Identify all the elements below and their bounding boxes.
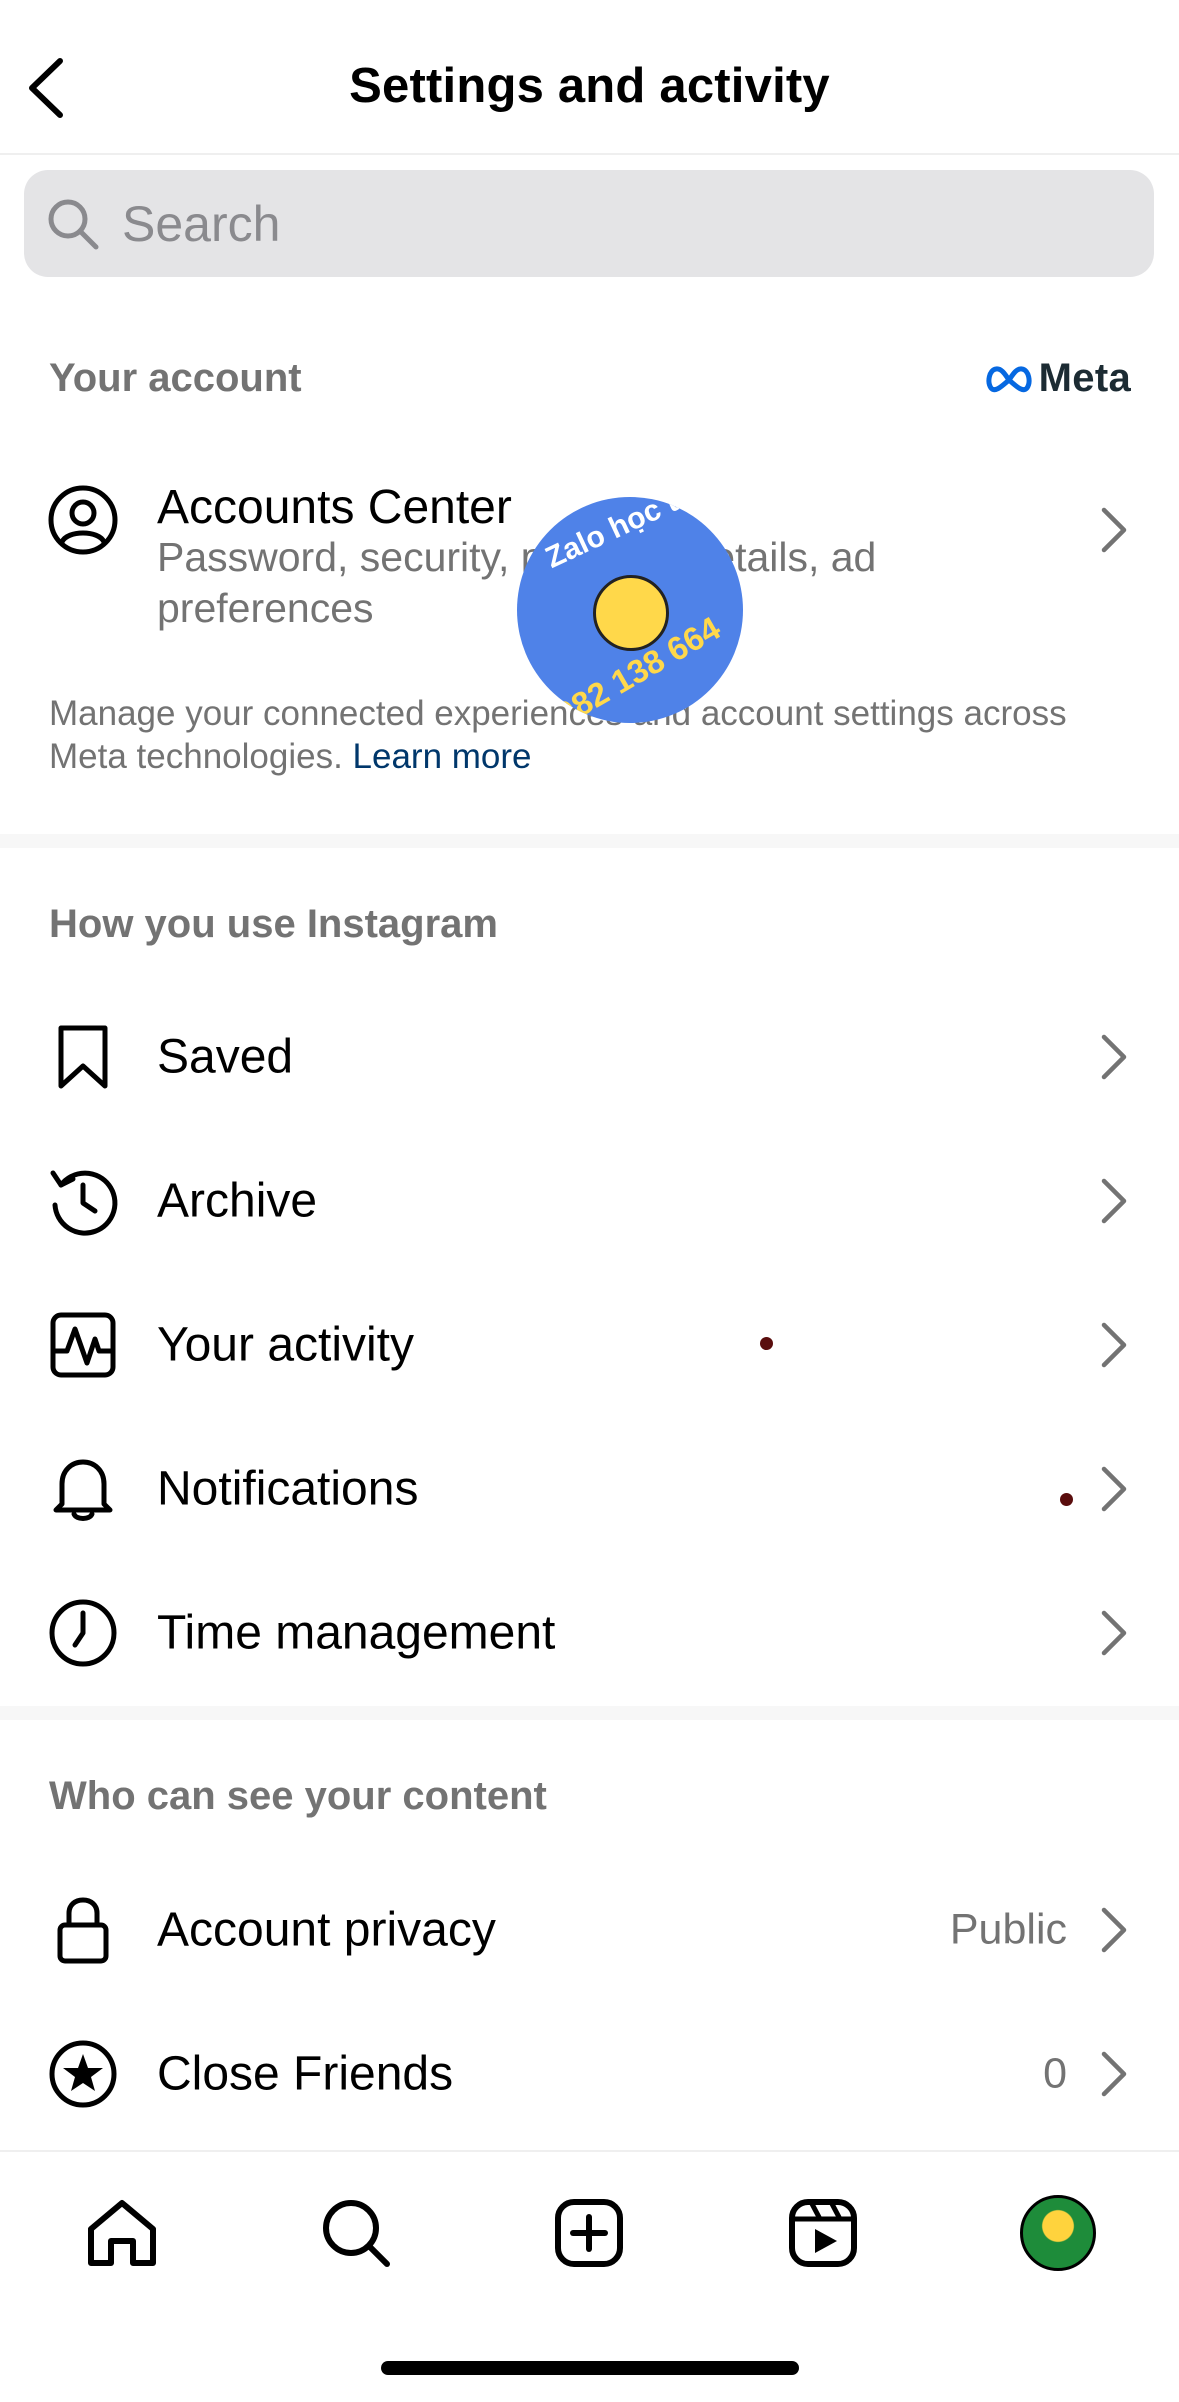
- profile-avatar: [1020, 2195, 1096, 2271]
- tab-search[interactable]: [311, 2188, 401, 2278]
- row-archive[interactable]: Archive: [0, 1129, 1179, 1273]
- section-title-your-account: Your account: [49, 356, 302, 400]
- tab-home[interactable]: [77, 2188, 167, 2278]
- search-bar[interactable]: [24, 170, 1154, 277]
- bookmark-icon: [47, 1021, 119, 1093]
- chevron-right-icon: [1101, 507, 1127, 553]
- watermark-logo: Zalo học thử 0982 138 664: [517, 497, 743, 723]
- chevron-right-icon: [1101, 1907, 1127, 1953]
- accounts-center-title: Accounts Center: [157, 481, 512, 534]
- meta-logo-icon: [986, 365, 1032, 392]
- bell-icon: [47, 1453, 119, 1525]
- home-icon: [88, 2200, 156, 2266]
- section-title-how-you-use: How you use Instagram: [49, 902, 498, 946]
- star-icon: [47, 2038, 119, 2110]
- chevron-right-icon: [1101, 1610, 1127, 1656]
- row-label: Account privacy: [157, 1903, 496, 1957]
- tab-reels[interactable]: [778, 2188, 868, 2278]
- row-saved[interactable]: Saved: [0, 985, 1179, 1129]
- row-label: Saved: [157, 1030, 294, 1084]
- reels-icon: [789, 2199, 857, 2267]
- tab-profile[interactable]: [1013, 2188, 1103, 2278]
- row-account-privacy[interactable]: Account privacy Public: [0, 1858, 1179, 2002]
- row-label: Notifications: [157, 1462, 419, 1516]
- section-title-who-can-see: Who can see your content: [49, 1774, 547, 1818]
- row-label: Close Friends: [157, 2047, 454, 2101]
- search-input[interactable]: [120, 193, 1124, 254]
- chevron-right-icon: [1101, 2051, 1127, 2097]
- notification-dot: [760, 1337, 773, 1350]
- activity-icon: [47, 1309, 119, 1381]
- tab-create[interactable]: [544, 2188, 634, 2278]
- row-notifications[interactable]: Notifications: [0, 1417, 1179, 1561]
- learn-more-link[interactable]: Learn more: [353, 737, 532, 776]
- privacy-value: Public: [949, 1905, 1067, 1954]
- row-label: Time management: [157, 1606, 556, 1660]
- clock-icon: [47, 1597, 119, 1669]
- search-icon: [323, 2200, 390, 2267]
- chevron-right-icon: [1101, 1466, 1127, 1512]
- chevron-right-icon: [1101, 1034, 1127, 1080]
- header-bar: Settings and activity: [0, 0, 1179, 155]
- chevron-right-icon: [1101, 1322, 1127, 1368]
- archive-icon: [47, 1165, 119, 1237]
- search-icon: [48, 199, 99, 249]
- row-label: Your activity: [157, 1318, 415, 1372]
- meta-label: Meta: [1038, 356, 1131, 400]
- notification-dot: [1060, 1493, 1073, 1506]
- row-your-activity[interactable]: Your activity: [0, 1273, 1179, 1417]
- create-icon: [555, 2199, 623, 2267]
- lock-icon: [47, 1894, 119, 1966]
- meta-brand: Meta: [985, 356, 1131, 401]
- page-title: Settings and activity: [349, 59, 830, 113]
- section-divider: [0, 834, 1179, 848]
- home-indicator: [381, 2361, 799, 2375]
- row-label: Archive: [157, 1174, 318, 1228]
- chevron-right-icon: [1101, 1178, 1127, 1224]
- account-circle-icon: [47, 484, 119, 556]
- section-divider: [0, 1706, 1179, 1720]
- close-friends-count: 0: [1043, 2049, 1067, 2098]
- row-time-management[interactable]: Time management: [0, 1561, 1179, 1705]
- row-close-friends[interactable]: Close Friends 0: [0, 2002, 1179, 2146]
